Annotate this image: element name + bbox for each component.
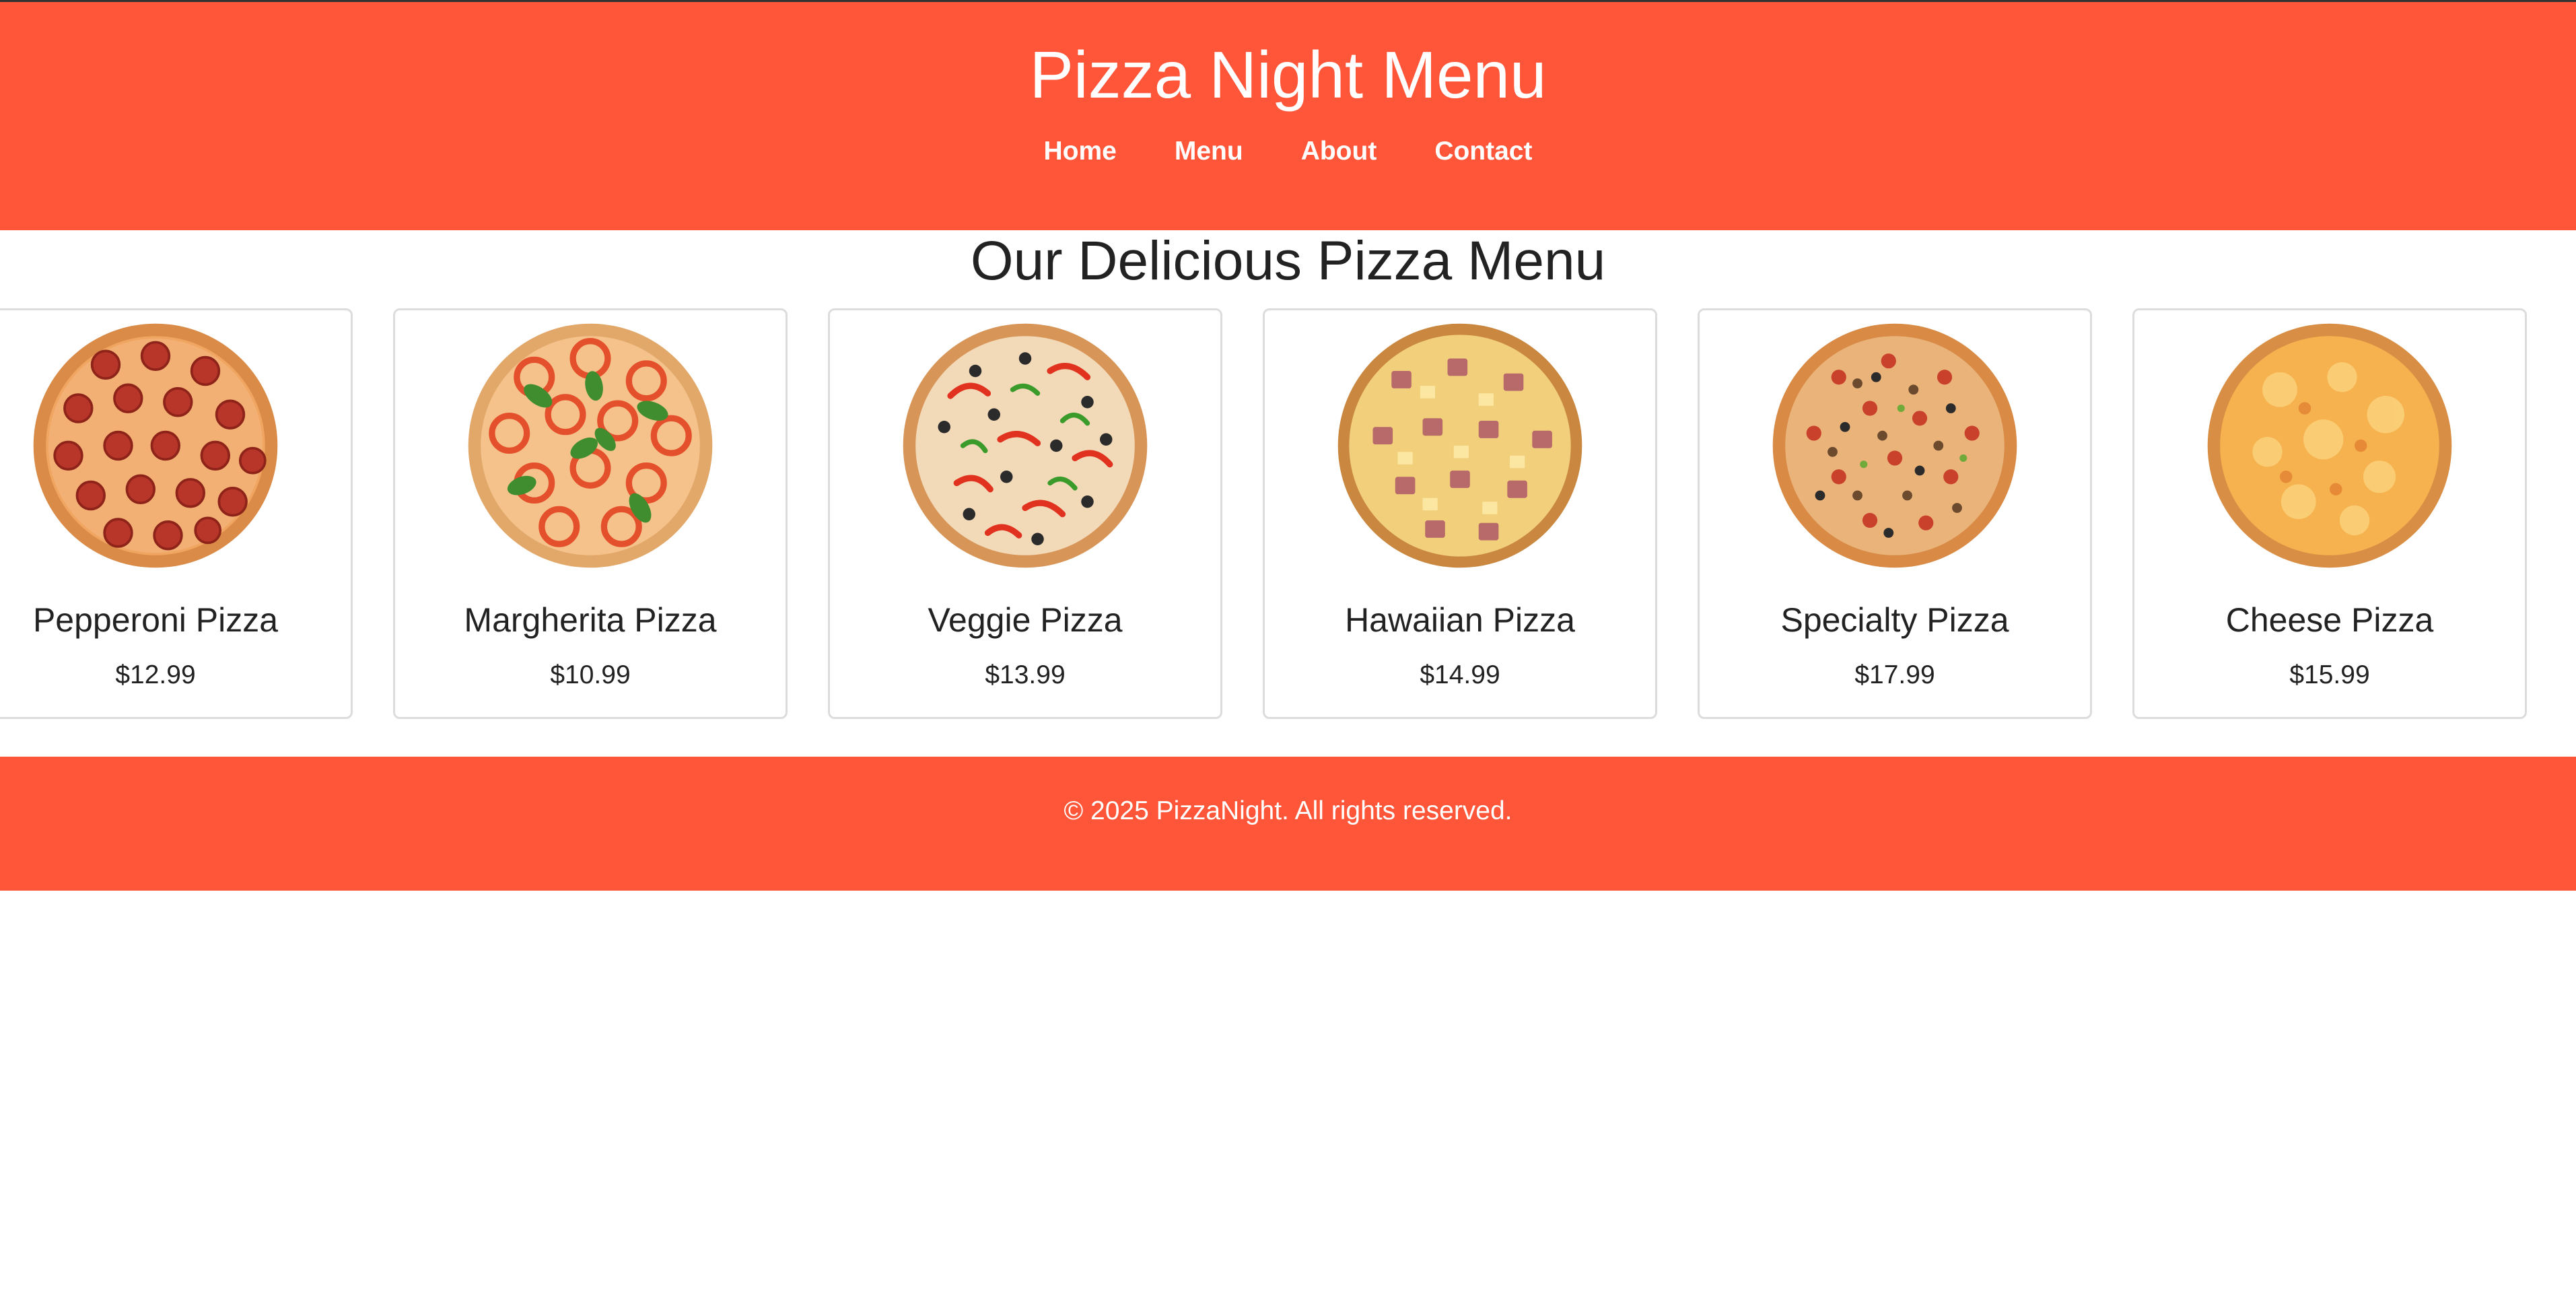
pizza-card[interactable]: Hawaiian Pizza $14.99 bbox=[1263, 308, 1657, 719]
pepperoni-pizza-image bbox=[31, 321, 280, 570]
site-title: Pizza Night Menu bbox=[1029, 38, 1547, 112]
site-footer: © 2025 PizzaNight. All rights reserved. bbox=[0, 757, 2576, 891]
veggie-pizza-image bbox=[901, 321, 1150, 570]
cheese-pizza-image bbox=[2205, 321, 2454, 570]
pizza-card[interactable]: Specialty Pizza $17.99 bbox=[1698, 308, 2092, 719]
hawaiian-pizza-image bbox=[1335, 321, 1585, 570]
nav-link-contact[interactable]: Contact bbox=[1434, 131, 1532, 172]
pizza-price: $17.99 bbox=[1854, 660, 1935, 689]
pizza-price: $13.99 bbox=[985, 660, 1066, 689]
pizza-name: Specialty Pizza bbox=[1780, 601, 2009, 639]
pizza-name: Cheese Pizza bbox=[2225, 601, 2434, 639]
pizza-card[interactable]: Pepperoni Pizza $12.99 bbox=[0, 308, 353, 719]
section-title: Our Delicious Pizza Menu bbox=[970, 230, 1606, 291]
pizza-name: Pepperoni Pizza bbox=[32, 601, 279, 639]
pizza-card[interactable]: Veggie Pizza $13.99 bbox=[828, 308, 1222, 719]
copyright-text: © 2025 PizzaNight. All rights reserved. bbox=[1064, 796, 1512, 825]
site-header: Pizza Night Menu Home Menu About Contact bbox=[0, 2, 2576, 230]
pizza-price: $14.99 bbox=[1420, 660, 1500, 689]
specialty-pizza-image bbox=[1770, 321, 2019, 570]
pizza-name: Margherita Pizza bbox=[464, 601, 717, 639]
pizza-name: Veggie Pizza bbox=[928, 601, 1123, 639]
pizza-card-list: Pepperoni Pizza $12.99 Margherita Pizza … bbox=[0, 308, 2527, 722]
pizza-price: $12.99 bbox=[115, 660, 196, 689]
pizza-name: Hawaiian Pizza bbox=[1345, 601, 1575, 639]
pizza-price: $10.99 bbox=[550, 660, 631, 689]
pizza-card[interactable]: Margherita Pizza $10.99 bbox=[393, 308, 788, 719]
margherita-pizza-image bbox=[466, 321, 715, 570]
nav-link-home[interactable]: Home bbox=[1044, 131, 1117, 172]
pizza-card[interactable]: Cheese Pizza $15.99 bbox=[2132, 308, 2527, 719]
nav-link-menu[interactable]: Menu bbox=[1175, 131, 1243, 172]
pizza-price: $15.99 bbox=[2289, 660, 2370, 689]
main-nav: Home Menu About Contact bbox=[0, 131, 2576, 172]
nav-link-about[interactable]: About bbox=[1301, 131, 1377, 172]
